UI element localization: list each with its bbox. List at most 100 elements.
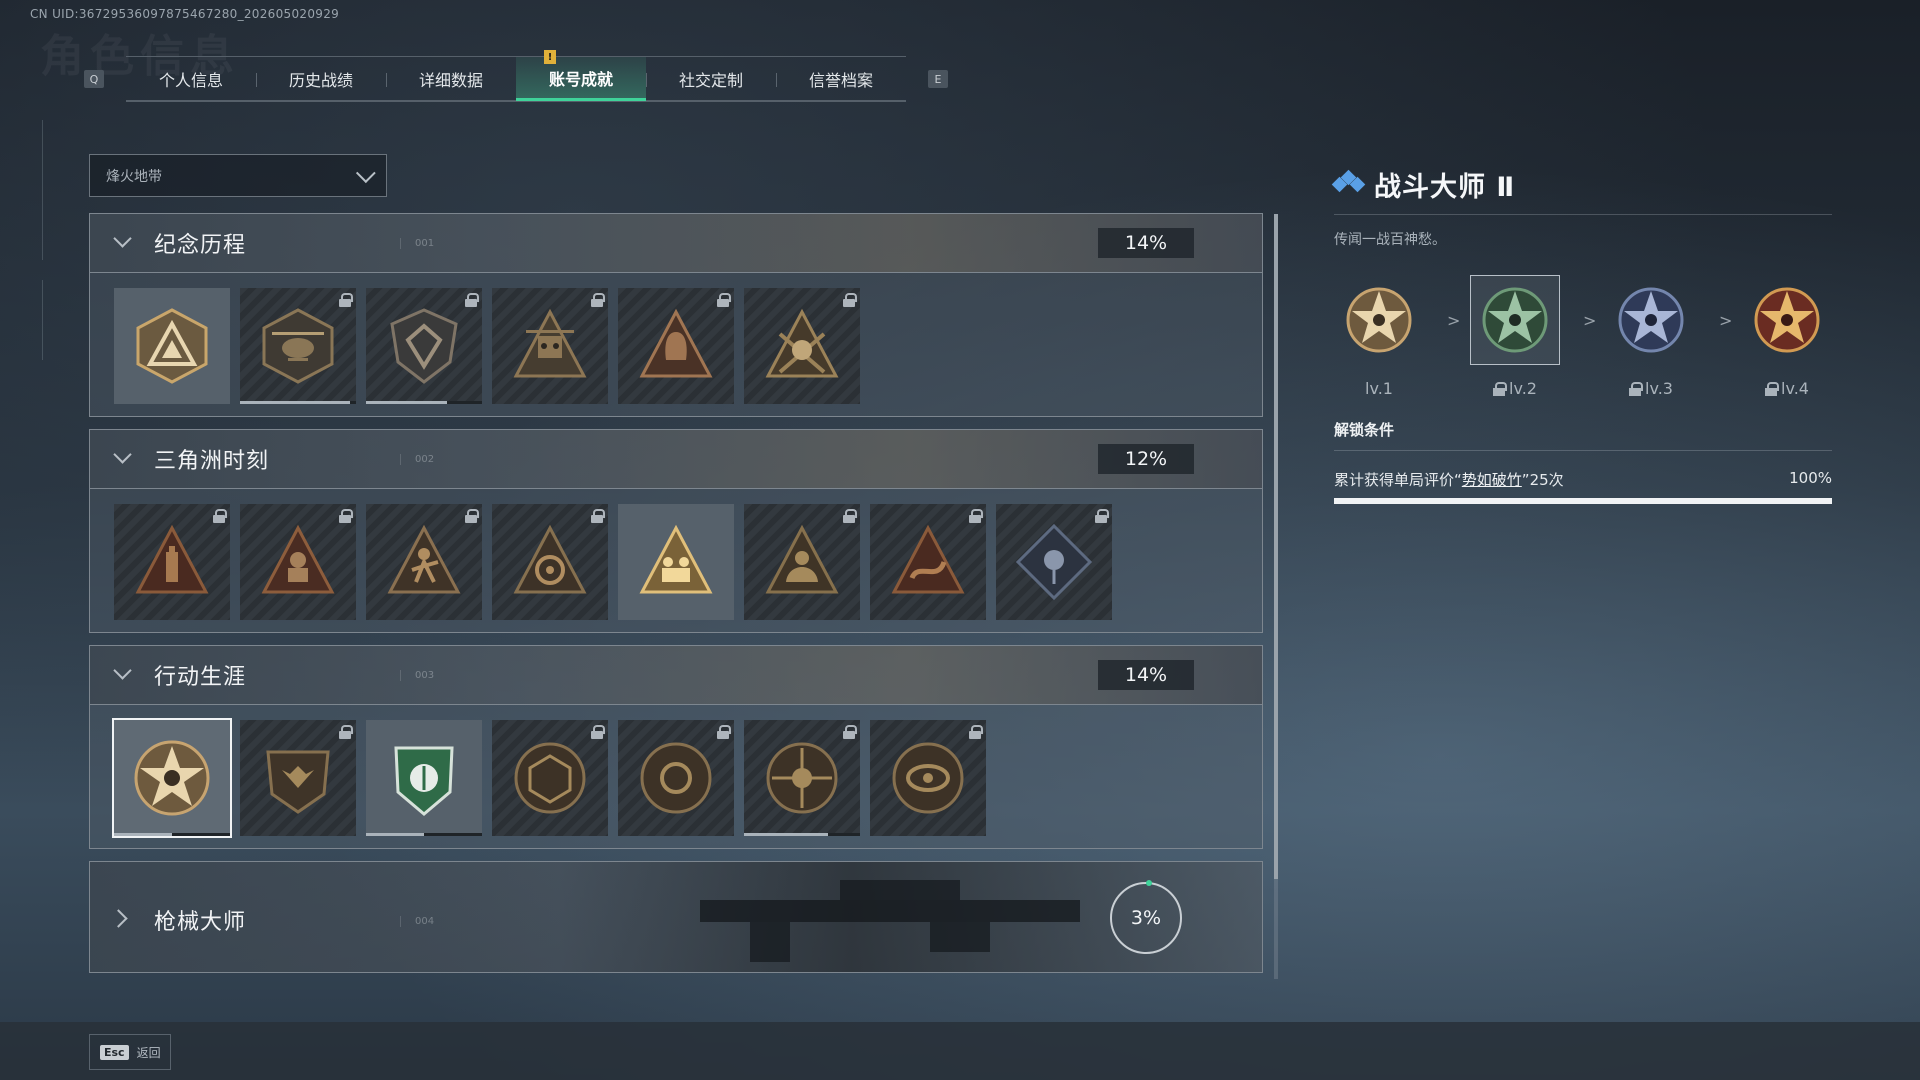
achievement-badge[interactable] [996,504,1112,620]
level-1[interactable]: lv.1 [1334,275,1424,398]
achievement-badge[interactable] [366,504,482,620]
level-label: lv.3 [1645,379,1673,398]
back-button[interactable]: Esc 返回 [89,1034,171,1070]
level-2[interactable]: lv.2 [1470,275,1560,398]
achievement-badge[interactable] [492,288,608,404]
tab-detailed-data[interactable]: 详细数据 [386,57,516,101]
level-label: lv.2 [1509,379,1537,398]
category-section-collapsed[interactable]: 枪械大师 004 3% [89,861,1263,973]
eye-medal-icon [892,742,964,814]
chevron-down-icon [113,661,132,680]
eagle-shield-icon [266,750,330,814]
achievement-category-list: 纪念历程 001 14% 三角洲时刻 002 12% 行动生涯 003 14% … [89,213,1263,973]
top-tab-navigation: Q 个人信息 历史战绩 详细数据 账号成就 社交定制 信誉档案 ! E [84,50,948,102]
achievement-badge[interactable] [240,288,356,404]
list-scrollbar[interactable] [1274,214,1278,979]
achievement-badge[interactable] [618,504,734,620]
category-progress-ring: 3% [1110,880,1182,954]
achievement-badge[interactable] [492,720,608,836]
achievement-badge[interactable] [492,504,608,620]
detail-title: 战斗大师 Ⅱ [1374,171,1516,203]
arrow-right-icon: > [1719,311,1733,330]
unlock-condition: 累计获得单局评价“势如破竹”25次 100% [1334,469,1832,490]
tab-achievements[interactable]: 账号成就 [516,57,646,101]
condition-text: 累计获得单局评价“势如破竹”25次 [1334,471,1564,489]
tab-reputation[interactable]: 信誉档案 [776,57,906,101]
prev-tab-key-hint[interactable]: Q [84,70,104,88]
rank-diamond-icon [1331,169,1366,196]
category-title: 行动生涯 [154,665,247,690]
rose-diamond-icon [1015,523,1093,601]
d20-medal-icon [514,742,586,814]
next-tab-key-hint[interactable]: E [928,70,948,88]
badge-progress [366,401,482,404]
tab-personal-info[interactable]: 个人信息 [126,57,256,101]
level-4[interactable]: lv.4 [1742,275,1832,398]
category-header[interactable]: 纪念历程 001 14% [90,214,1262,272]
divider [1334,450,1832,451]
lock-icon [339,293,353,307]
lock-icon [969,725,983,739]
lock-icon [339,725,353,739]
achievement-badge[interactable] [240,504,356,620]
achievement-detail-panel: 战斗大师 Ⅱ 传闻一战百神愁。 lv.1 > lv.2 > lv.3 > lv.… [1331,164,1832,504]
category-code: 001 [400,237,434,249]
tab-history[interactable]: 历史战绩 [256,57,386,101]
rifle-illustration [700,880,1080,962]
condition-percent: 100% [1789,469,1832,487]
beast-triangle-icon [765,524,839,594]
badge-progress [744,833,860,836]
chevron-down-icon [113,445,132,464]
category-percent: 14% [1098,660,1194,690]
lock-icon [1095,509,1109,523]
serpent-triangle-icon [891,524,965,594]
achievement-badge[interactable] [870,720,986,836]
achievement-badge[interactable] [114,288,230,404]
category-section: 三角洲时刻 002 12% [89,429,1263,633]
lock-icon [969,509,983,523]
category-title: 三角洲时刻 [154,449,270,474]
category-percent: 12% [1098,444,1194,474]
lock-icon [1629,381,1644,396]
lock-icon [843,725,857,739]
badge-grid [90,488,1262,632]
achievement-badge[interactable] [744,288,860,404]
robot-badge-icon [513,308,587,378]
mode-select[interactable]: 烽火地带 [89,154,387,197]
achievement-badge[interactable] [366,288,482,404]
category-code: 002 [400,453,434,465]
lock-icon [1493,381,1508,396]
star-medal-icon [1482,287,1548,353]
level-medal [1470,275,1560,365]
achievement-badge[interactable] [240,720,356,836]
crosshair-skull-medal-icon [766,742,838,814]
level-medal [1742,275,1832,365]
condition-highlight-link[interactable]: 势如破竹 [1462,471,1522,489]
category-code: 004 [400,916,434,927]
skull-crossed-badge-icon [765,308,839,378]
arrow-right-icon: > [1447,311,1461,330]
level-medal [1334,275,1424,365]
achievement-badge[interactable] [618,288,734,404]
level-3[interactable]: lv.3 [1606,275,1696,398]
tab-social[interactable]: 社交定制 [646,57,776,101]
achievement-badge[interactable] [744,720,860,836]
scrollbar-thumb[interactable] [1274,214,1278,879]
condition-progress-bar [1334,498,1832,504]
achievement-badge[interactable] [870,504,986,620]
level-medal [1606,275,1696,365]
category-header[interactable]: 三角洲时刻 002 12% [90,430,1262,488]
achievement-badge-selected[interactable] [112,718,232,838]
lock-icon [591,509,605,523]
achievement-badge[interactable] [366,720,482,836]
achievement-badge[interactable] [114,504,230,620]
achievement-badge[interactable] [744,504,860,620]
lock-icon [843,509,857,523]
category-header[interactable]: 行动生涯 003 14% [90,646,1262,704]
lock-icon [1765,381,1780,396]
achievement-badge[interactable] [618,720,734,836]
back-label: 返回 [136,1045,161,1060]
badge-progress [366,833,482,836]
lock-icon [591,725,605,739]
detail-header: 战斗大师 Ⅱ [1331,164,1832,204]
